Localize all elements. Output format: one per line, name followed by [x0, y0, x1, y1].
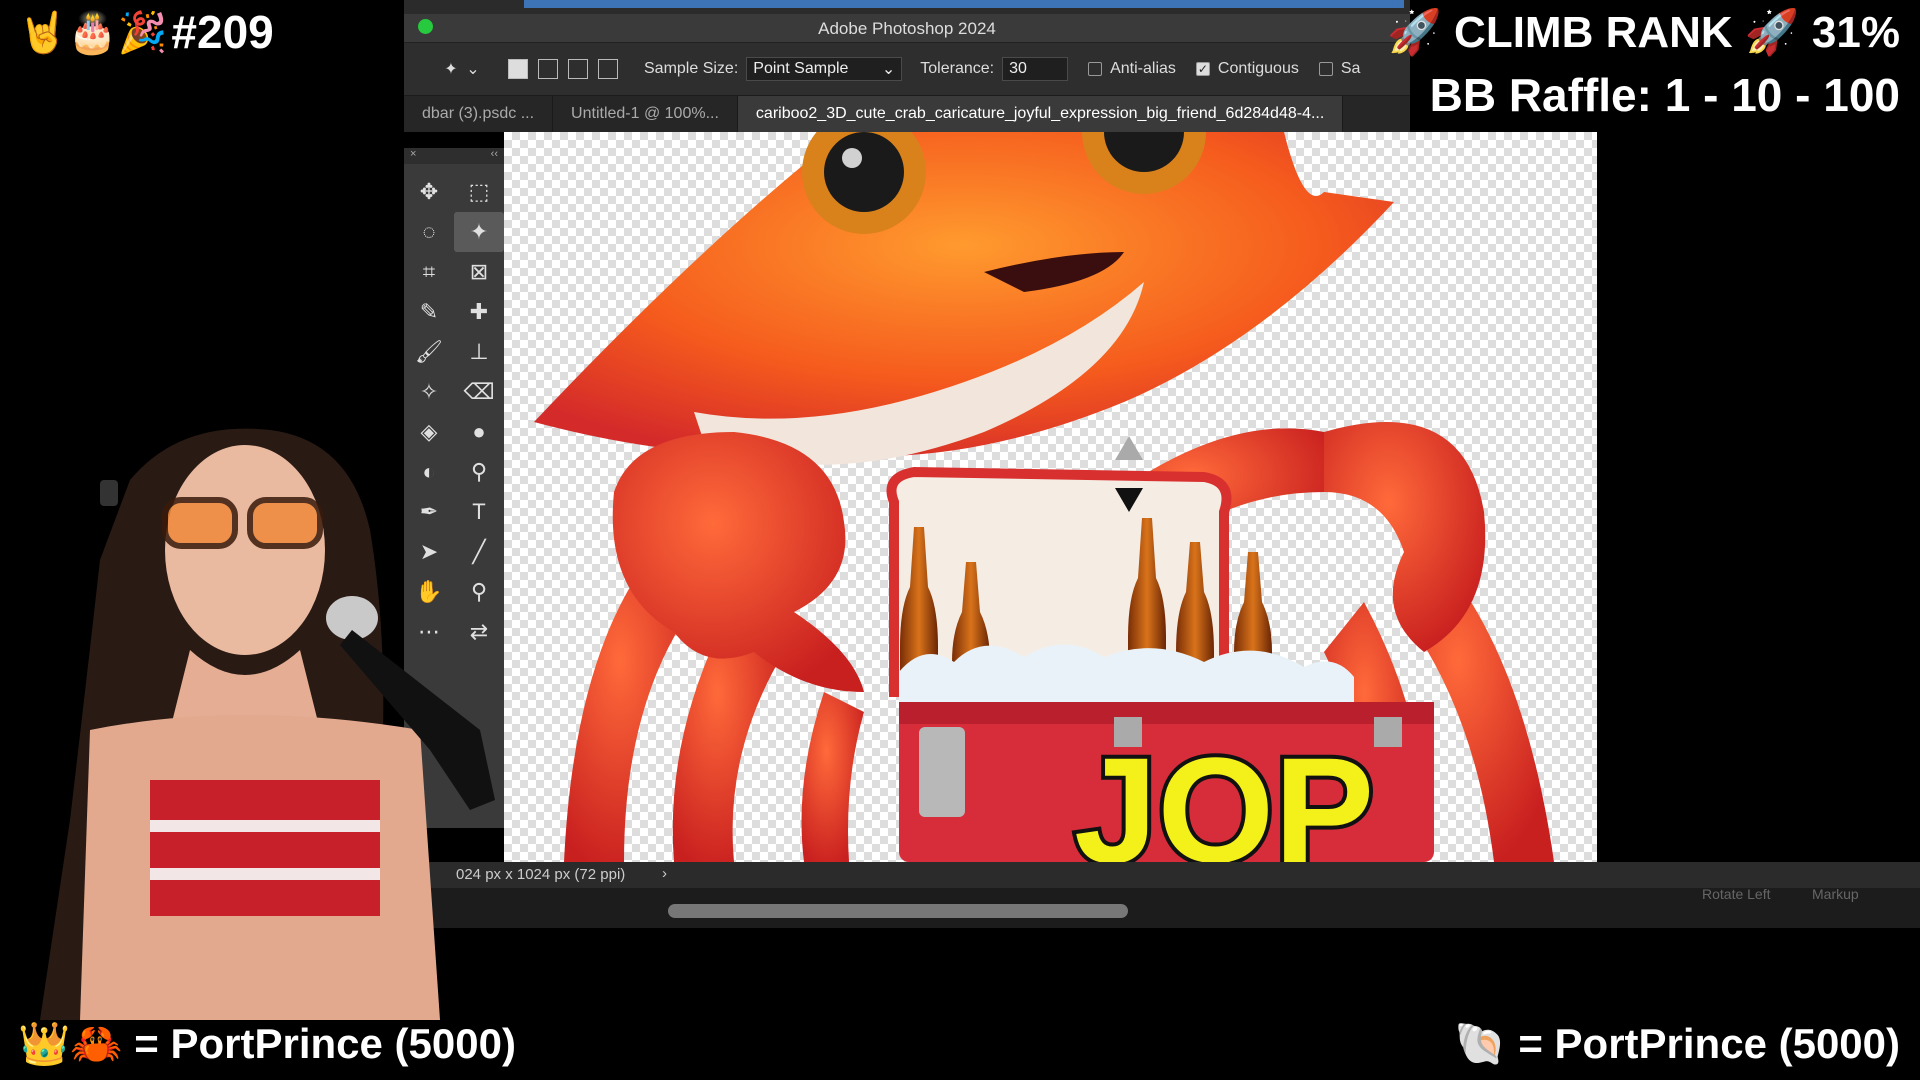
- subtract-selection-button[interactable]: [568, 59, 588, 79]
- document-tabs: dbar (3).psdc ... Untitled-1 @ 100%... c…: [404, 96, 1410, 132]
- chevron-right-icon[interactable]: ›: [662, 865, 667, 882]
- climb-rank-text: 🚀 CLIMB RANK 🚀 31%: [1387, 8, 1900, 57]
- sample-size-select[interactable]: Point Sample ⌄: [746, 57, 903, 81]
- counter-text: #209: [171, 6, 274, 58]
- add-selection-button[interactable]: [538, 59, 558, 79]
- tab-label: cariboo2_3D_cute_crab_caricature_joyful_…: [755, 105, 1325, 122]
- new-selection-button[interactable]: [508, 59, 528, 79]
- eyedropper-tool-icon[interactable]: ✎: [404, 292, 454, 332]
- lasso-tool-icon[interactable]: ◌: [404, 212, 454, 252]
- collapse-icon[interactable]: ‹‹: [491, 148, 498, 164]
- streamer-image: [40, 428, 495, 1020]
- intersect-selection-button[interactable]: [598, 59, 618, 79]
- close-icon[interactable]: ×: [410, 148, 416, 164]
- markup-button[interactable]: Markup: [1812, 886, 1859, 902]
- stream-counter: 🤘🎂🎉 #209: [18, 4, 274, 60]
- crown-crab-emoji: 👑🦀: [18, 1020, 123, 1067]
- chevron-down-icon: ⌄: [881, 61, 896, 78]
- marquee-tool-icon[interactable]: ⬚: [454, 172, 504, 212]
- supporter-right-text: = PortPrince (5000): [1518, 1020, 1900, 1067]
- options-bar: ✦ ⌄ Sample Size: Point Sample ⌄ Toleranc…: [404, 43, 1410, 96]
- rotate-left-button[interactable]: Rotate Left: [1702, 886, 1771, 902]
- sample-size-label: Sample Size:: [644, 60, 739, 77]
- cooler-text: JQP: [1074, 726, 1374, 862]
- tolerance-input[interactable]: 30: [1002, 57, 1069, 81]
- webcam-feed: [0, 400, 520, 1020]
- counter-emoji: 🤘🎂🎉: [18, 10, 168, 55]
- tab-label: Untitled-1 @ 100%...: [571, 105, 719, 122]
- tab-untitled[interactable]: Untitled-1 @ 100%...: [553, 96, 738, 132]
- crab-artwork: JQP: [534, 70, 1554, 898]
- tab-cariboo-crab[interactable]: cariboo2_3D_cute_crab_caricature_joyful_…: [737, 96, 1344, 132]
- anti-alias-checkbox[interactable]: [1088, 62, 1103, 76]
- healing-brush-tool-icon[interactable]: ✚: [454, 292, 504, 332]
- anti-alias-label: Anti-alias: [1110, 60, 1176, 77]
- sample-all-layers-checkbox[interactable]: [1318, 62, 1333, 76]
- tolerance-label: Tolerance:: [920, 60, 995, 77]
- brush-tool-icon[interactable]: 🖌: [404, 332, 454, 372]
- top-supporter-right: 🐚 = PortPrince (5000): [1454, 1020, 1900, 1069]
- tab-label: dbar (3).psdc ...: [422, 105, 535, 122]
- move-tool-icon[interactable]: ✥: [404, 172, 454, 212]
- window-top-strip: [404, 0, 1410, 14]
- bottom-strip: [404, 888, 1920, 928]
- top-supporter-left: 👑🦀 = PortPrince (5000): [18, 1020, 516, 1069]
- window-title: Adobe Photoshop 2024: [818, 19, 996, 38]
- cursor-up-icon: [1115, 436, 1143, 460]
- stamp-tool-icon[interactable]: ⊥: [454, 332, 504, 372]
- crop-tool-icon[interactable]: ⌗: [404, 252, 454, 292]
- frame-tool-icon[interactable]: ⊠: [454, 252, 504, 292]
- status-bar: 024 px x 1024 px (72 ppi) ›: [404, 862, 1920, 888]
- shell-emoji: 🐚: [1454, 1020, 1507, 1067]
- window-zoom-button[interactable]: [418, 19, 433, 34]
- magic-wand-icon[interactable]: ✦: [440, 58, 462, 80]
- contiguous-checkbox[interactable]: ✓: [1195, 62, 1210, 76]
- contiguous-label: Contiguous: [1217, 60, 1299, 77]
- sample-all-layers-label: Sa: [1340, 60, 1361, 77]
- sample-size-value: Point Sample: [753, 60, 849, 77]
- horizontal-scrollbar[interactable]: [668, 904, 1128, 918]
- supporter-left-text: = PortPrince (5000): [134, 1020, 516, 1067]
- tab-dbar[interactable]: dbar (3).psdc ...: [404, 96, 554, 132]
- chevron-down-icon[interactable]: ⌄: [462, 58, 484, 80]
- photoshop-titlebar: Adobe Photoshop 2024: [404, 14, 1410, 43]
- raffle-text: BB Raffle: 1 - 10 - 100: [1429, 69, 1900, 121]
- cursor-down-icon: [1115, 488, 1143, 512]
- magic-wand-tool-icon[interactable]: ✦: [454, 212, 504, 252]
- document-canvas[interactable]: JQP: [504, 70, 1597, 898]
